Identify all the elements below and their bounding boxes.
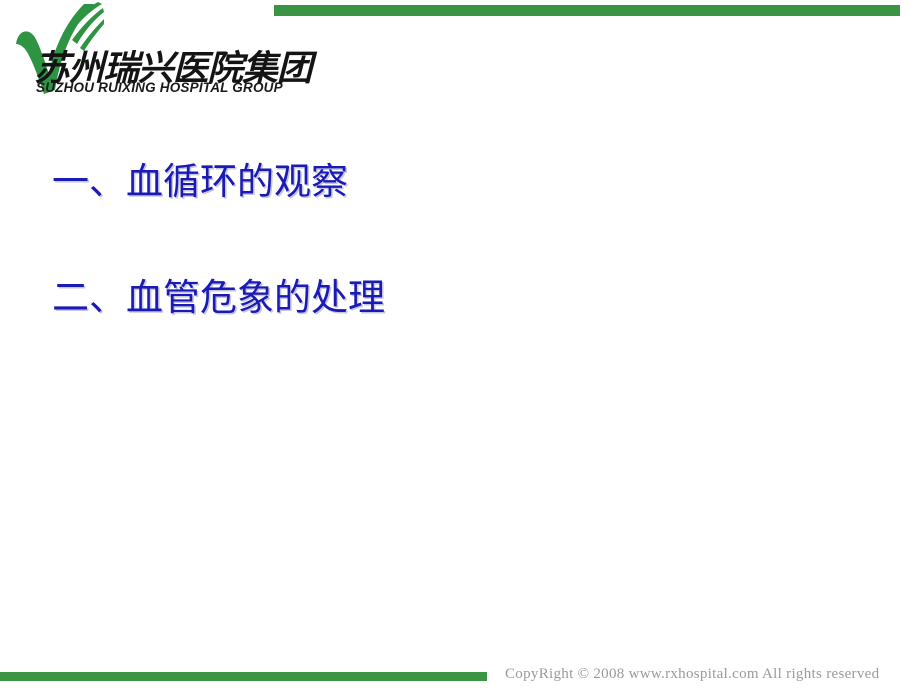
slide-body: 一、血循环的观察 二、血管危象的处理 <box>52 160 852 319</box>
presentation-slide: 苏州瑞兴医院集团 SUZHOU RUIXING HOSPITAL GROUP 一… <box>0 0 920 690</box>
logo-name-en: SUZHOU RUIXING HOSPITAL GROUP <box>36 80 283 95</box>
header-accent-bar <box>274 5 900 16</box>
hospital-logo: 苏州瑞兴医院集团 SUZHOU RUIXING HOSPITAL GROUP <box>8 2 312 100</box>
bullet-item-2: 二、血管危象的处理 <box>52 275 385 319</box>
footer-copyright: CopyRight © 2008 www.rxhospital.com All … <box>505 666 880 682</box>
footer-accent-bar <box>0 672 487 681</box>
bullet-item-1: 一、血循环的观察 <box>52 160 348 203</box>
